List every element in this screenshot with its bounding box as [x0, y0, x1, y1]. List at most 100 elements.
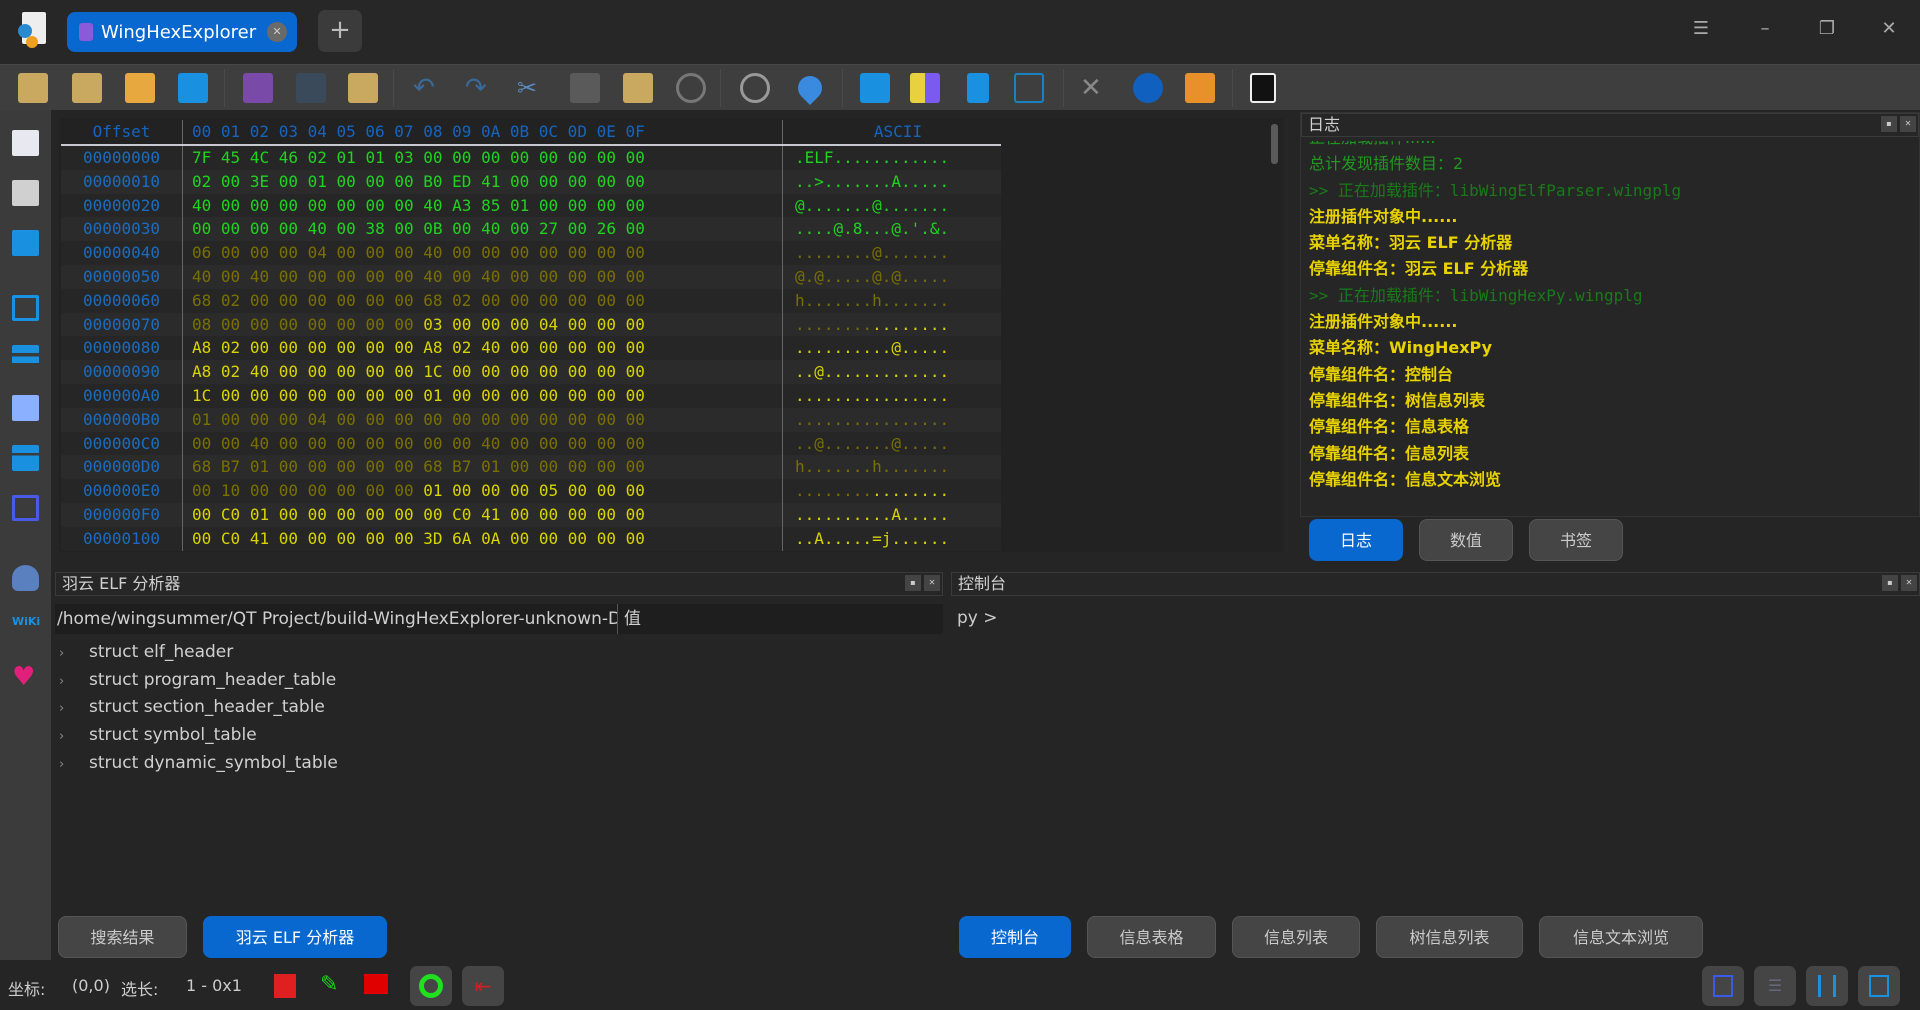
hex-byte[interactable]: 00 [568, 505, 597, 524]
open-driver-icon[interactable] [178, 73, 208, 103]
row-bytes[interactable]: 00 C0 01 00 00 00 00 00 00 C0 41 00 00 0… [183, 502, 783, 527]
hex-byte[interactable]: 00 [365, 172, 394, 191]
save-as-icon[interactable] [296, 73, 326, 103]
console-status-button[interactable] [1702, 966, 1744, 1006]
hex-byte[interactable]: 02 [221, 338, 250, 357]
hex-byte[interactable]: 00 [308, 457, 337, 476]
hex-byte[interactable]: 3E [250, 172, 279, 191]
elf-plugin-icon[interactable] [1250, 73, 1276, 103]
hex-byte[interactable]: 00 [279, 338, 308, 357]
works-status-icon[interactable] [364, 974, 388, 994]
hex-byte[interactable]: 04 [308, 410, 337, 429]
hex-byte[interactable]: 06 [192, 243, 221, 262]
hex-byte[interactable]: 00 [626, 172, 645, 191]
hex-byte[interactable]: 00 [394, 505, 423, 524]
hex-byte[interactable]: 00 [510, 291, 539, 310]
hex-byte[interactable]: 00 [337, 267, 366, 286]
hex-byte[interactable]: 00 [192, 434, 221, 453]
hex-byte[interactable]: 00 [452, 481, 481, 500]
hex-byte[interactable]: 00 [279, 410, 308, 429]
value-column-header[interactable]: 值 [618, 604, 641, 634]
tab-elf-analyzer[interactable]: 羽云 ELF 分析器 [203, 916, 387, 958]
hex-byte[interactable]: 00 [452, 148, 481, 167]
tree-status-button[interactable] [1806, 966, 1848, 1006]
expand-chevron-icon[interactable]: › [59, 729, 89, 744]
row-bytes[interactable]: 00 00 00 00 40 00 38 00 0B 00 40 00 27 0… [183, 217, 783, 242]
info-table-icon[interactable] [12, 395, 39, 421]
hex-byte[interactable]: 00 [539, 267, 568, 286]
hex-byte[interactable]: 00 [365, 196, 394, 215]
hex-byte[interactable]: 00 [452, 434, 481, 453]
tree-item[interactable]: › struct elf_header [59, 642, 233, 662]
row-bytes[interactable]: 68 02 00 00 00 00 00 00 68 02 00 00 00 0… [183, 288, 783, 313]
hex-byte[interactable]: 00 [626, 410, 645, 429]
hex-byte[interactable]: 00 [452, 315, 481, 334]
hex-byte[interactable]: 00 [510, 505, 539, 524]
row-bytes[interactable]: 00 C0 41 00 00 00 00 00 3D 6A 0A 00 00 0… [183, 526, 783, 551]
row-ascii[interactable]: @.@.....@.@..... [783, 265, 1001, 289]
hex-byte[interactable]: 01 [481, 457, 510, 476]
hex-byte[interactable]: 27 [539, 219, 568, 238]
hex-byte[interactable]: 41 [250, 529, 279, 548]
hex-byte[interactable]: 00 [481, 362, 510, 381]
hex-scrollbar[interactable] [1271, 124, 1278, 164]
hex-byte[interactable]: 00 [597, 196, 626, 215]
hex-byte[interactable]: 00 [337, 505, 366, 524]
hex-byte[interactable]: 00 [279, 219, 308, 238]
expand-chevron-icon[interactable]: › [59, 757, 89, 772]
hex-byte[interactable]: 00 [626, 386, 645, 405]
hex-byte[interactable]: 7F [192, 148, 221, 167]
hex-byte[interactable]: 00 [510, 481, 539, 500]
hex-byte[interactable]: 00 [597, 338, 626, 357]
cut-icon[interactable]: ✂ [517, 73, 547, 103]
hex-byte[interactable]: 46 [279, 148, 308, 167]
hex-byte[interactable]: 00 [626, 315, 645, 334]
hex-byte[interactable]: 40 [481, 219, 510, 238]
hex-byte[interactable]: 00 [365, 338, 394, 357]
row-ascii[interactable]: ....@.8...@.'.&. [783, 217, 1001, 241]
hex-byte[interactable]: 00 [539, 172, 568, 191]
hex-byte[interactable]: B7 [221, 457, 250, 476]
edit-status-icon[interactable]: ✎ [320, 972, 338, 997]
hex-byte[interactable]: 00 [597, 434, 626, 453]
hex-byte[interactable]: 00 [481, 291, 510, 310]
hex-byte[interactable]: 00 [568, 338, 597, 357]
hex-byte[interactable]: 01 [250, 505, 279, 524]
tree-list-icon[interactable] [12, 445, 39, 471]
export-icon[interactable] [348, 73, 378, 103]
hex-byte[interactable]: 00 [308, 481, 337, 500]
undo-icon[interactable]: ↶ [413, 73, 443, 103]
hex-byte[interactable]: 40 [481, 434, 510, 453]
hex-byte[interactable]: 00 [192, 481, 221, 500]
hex-byte[interactable]: 00 [510, 338, 539, 357]
hex-byte[interactable]: 00 [510, 172, 539, 191]
hex-byte[interactable]: 00 [394, 434, 423, 453]
hex-byte[interactable]: 00 [365, 291, 394, 310]
hex-byte[interactable]: 00 [221, 196, 250, 215]
hex-byte[interactable]: 00 [250, 338, 279, 357]
expand-chevron-icon[interactable]: › [59, 674, 89, 689]
hex-byte[interactable]: 00 [452, 362, 481, 381]
hex-byte[interactable]: 00 [221, 434, 250, 453]
row-ascii[interactable]: ..@.......@..... [783, 432, 1001, 456]
close-panel-icon[interactable]: ✕ [1900, 116, 1916, 132]
tab-info-list[interactable]: 信息列表 [1232, 916, 1360, 958]
hex-byte[interactable]: 00 [221, 386, 250, 405]
tree-item[interactable]: › struct dynamic_symbol_table [59, 753, 338, 773]
row-ascii[interactable]: ................ [783, 313, 1001, 337]
hex-byte[interactable]: 00 [365, 457, 394, 476]
saved-status-icon[interactable] [274, 974, 296, 998]
hex-byte[interactable]: 00 [452, 410, 481, 429]
open-file-icon[interactable] [72, 73, 102, 103]
hex-byte[interactable]: 4C [250, 148, 279, 167]
hex-byte[interactable]: 00 [423, 505, 452, 524]
hex-byte[interactable]: 00 [337, 386, 366, 405]
hex-byte[interactable]: 02 [192, 172, 221, 191]
hex-byte[interactable]: C0 [221, 505, 250, 524]
hex-byte[interactable]: 00 [394, 243, 423, 262]
hex-byte[interactable]: 00 [308, 434, 337, 453]
hex-byte[interactable]: 01 [250, 457, 279, 476]
hex-byte[interactable]: 00 [597, 291, 626, 310]
tree-item[interactable]: › struct program_header_table [59, 670, 336, 690]
row-ascii[interactable]: ................ [783, 408, 1001, 432]
